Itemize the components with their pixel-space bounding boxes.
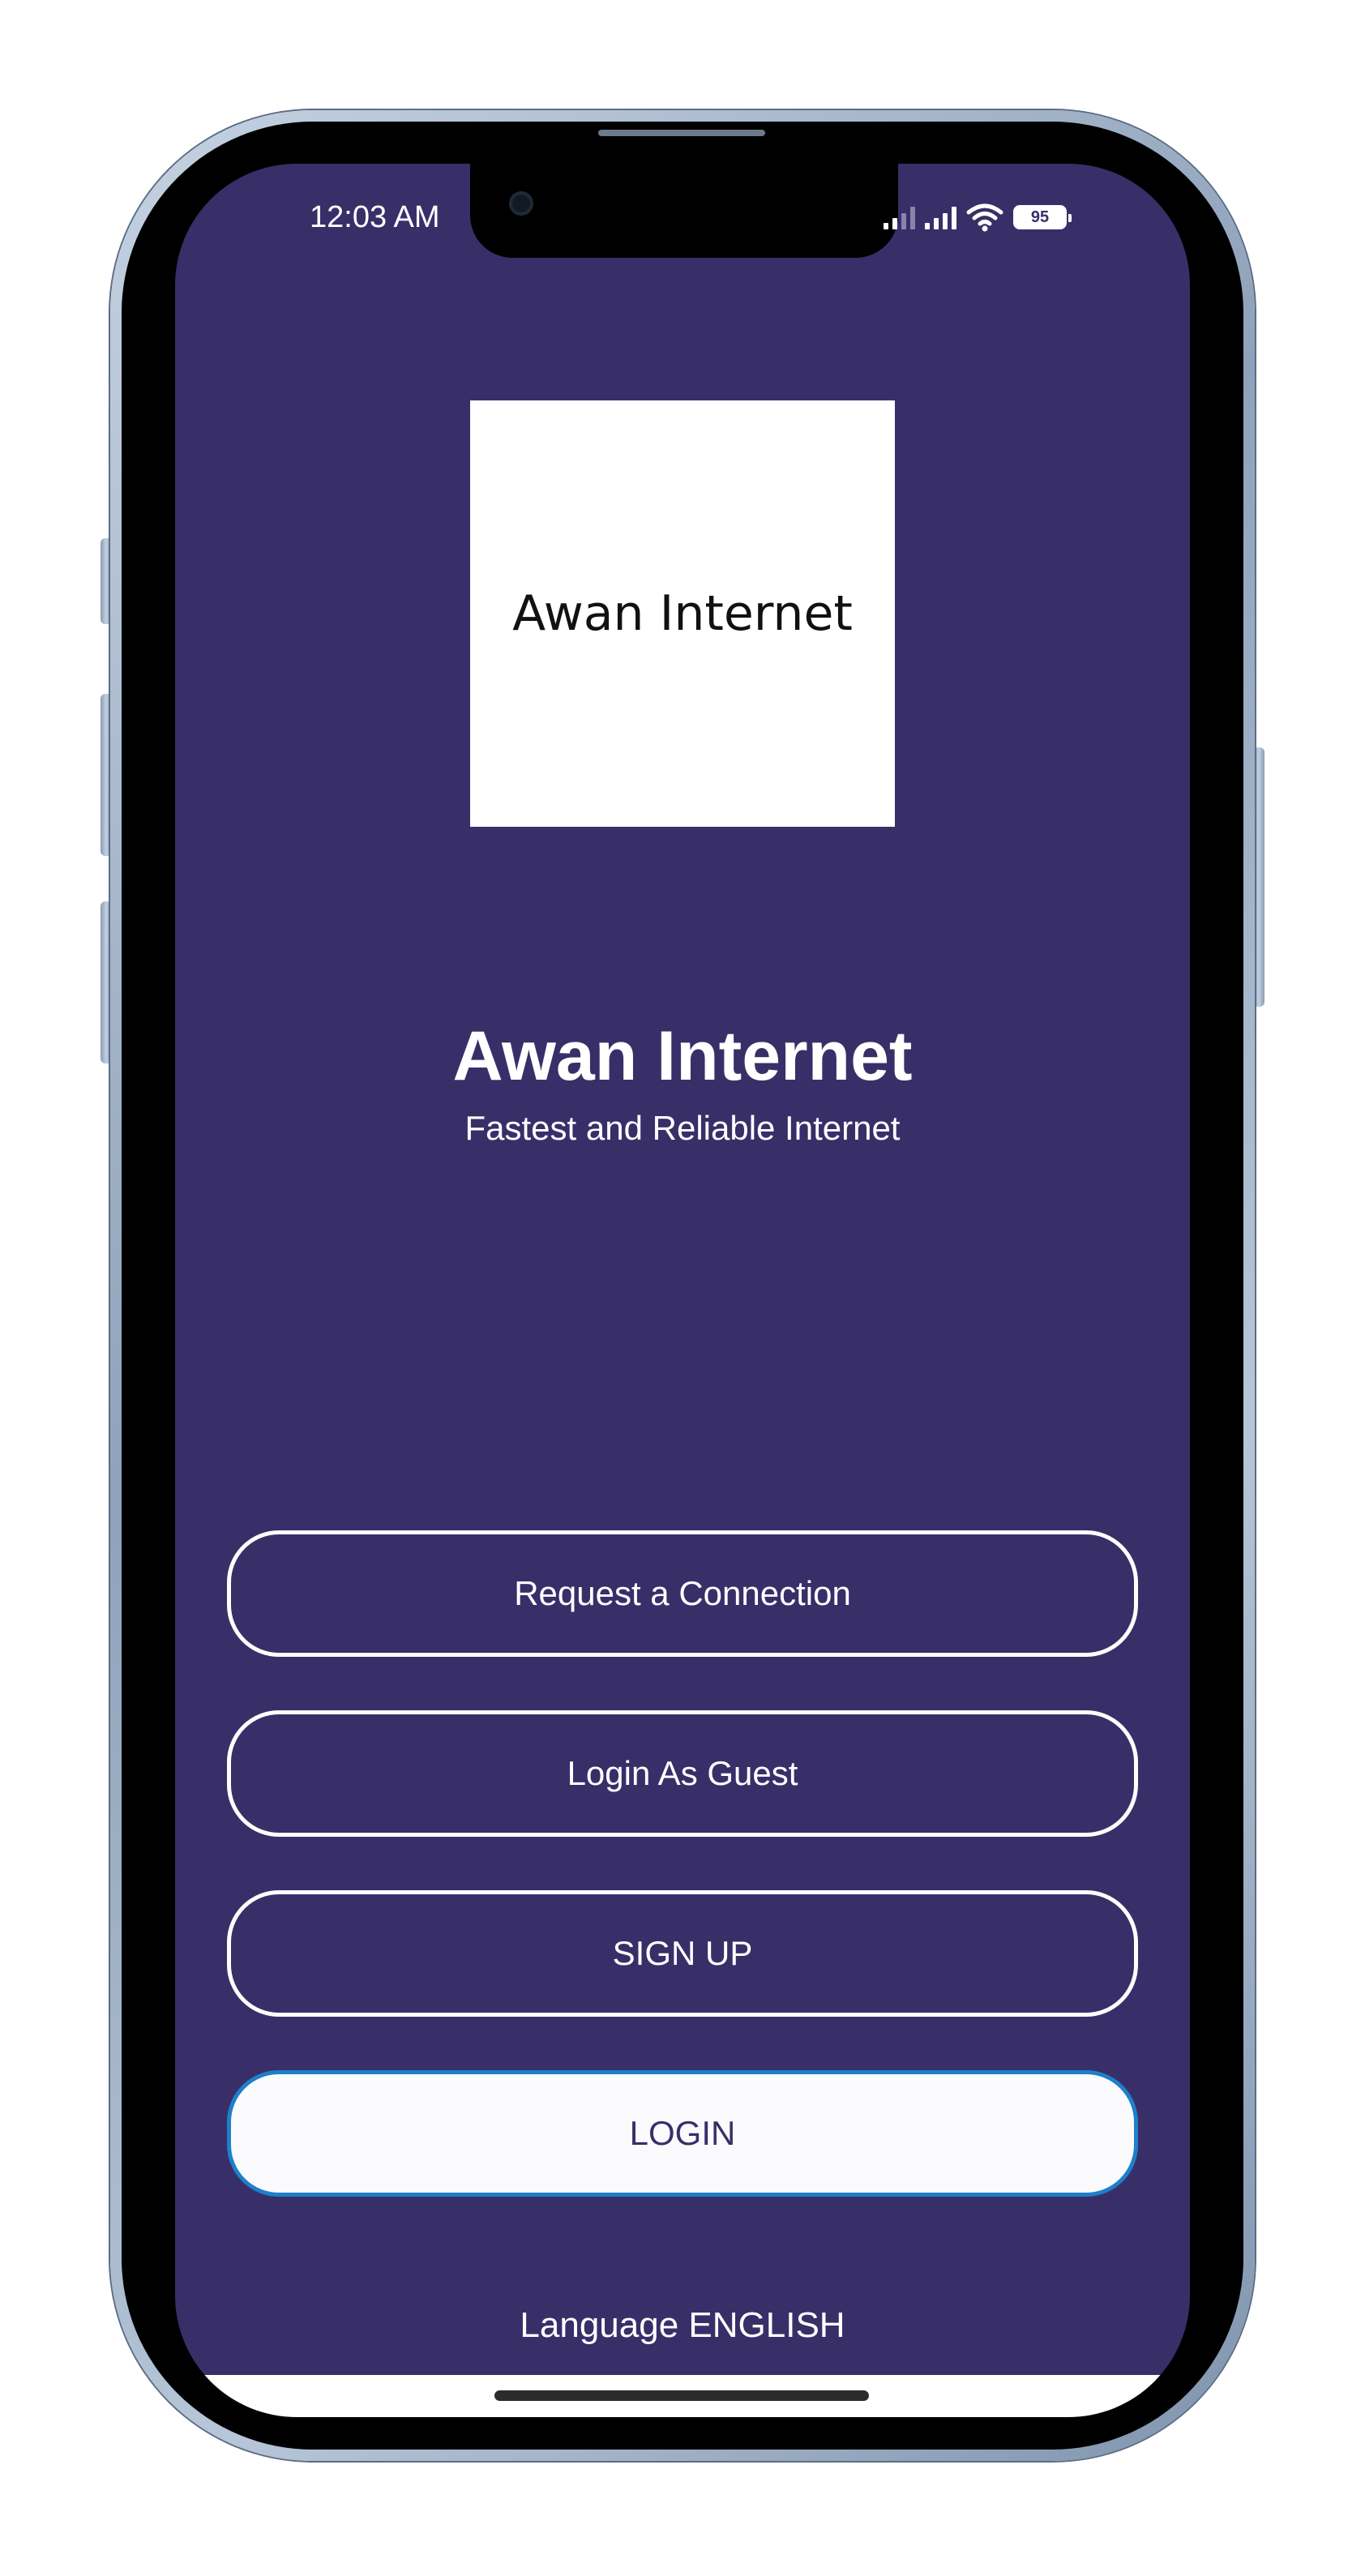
battery-icon: 95 [1013, 205, 1072, 229]
device-mockup: 12:03 AM 95 Awan Internet Awan Internet … [0, 0, 1365, 2576]
status-icons: 95 [884, 198, 1072, 237]
app-subtitle: Fastest and Reliable Internet [464, 1109, 901, 1147]
logo-text: Awan Internet [512, 585, 853, 642]
sign-up-button[interactable]: SIGN UP [227, 1890, 1138, 2017]
signal-sim2-icon [925, 205, 956, 229]
login-button[interactable]: LOGIN [227, 2070, 1138, 2197]
status-time: 12:03 AM [310, 200, 440, 234]
front-camera-icon [509, 191, 533, 216]
language-selector[interactable]: Language ENGLISH [175, 2305, 1190, 2346]
wifi-icon [966, 203, 1003, 232]
notch [470, 164, 898, 258]
signal-sim1-icon [884, 205, 915, 229]
home-indicator[interactable] [494, 2390, 869, 2401]
app-title: Awan Internet [452, 1017, 913, 1095]
request-connection-button[interactable]: Request a Connection [227, 1530, 1138, 1657]
power-button [1253, 747, 1264, 1007]
earpiece-speaker [598, 130, 765, 136]
app-logo: Awan Internet [470, 400, 895, 827]
login-as-guest-button[interactable]: Login As Guest [227, 1710, 1138, 1837]
